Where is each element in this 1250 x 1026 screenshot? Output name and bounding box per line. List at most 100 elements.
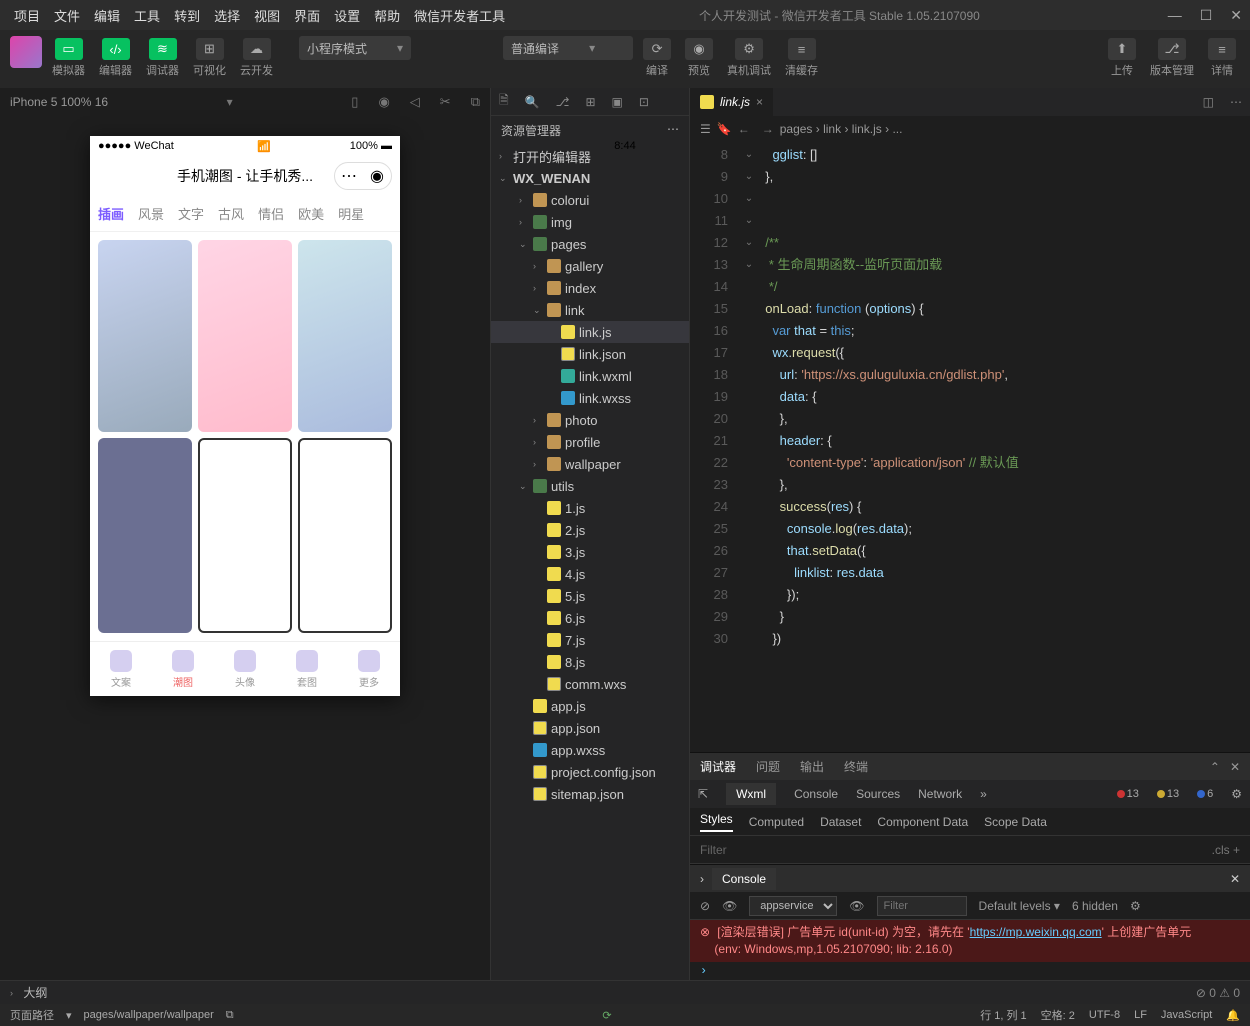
wallpaper-item[interactable]	[198, 438, 292, 634]
category-tab[interactable]: 文字	[178, 204, 204, 223]
tree-node[interactable]: app.wxss	[491, 739, 689, 761]
tabbar-item[interactable]: 潮图	[172, 650, 194, 689]
cursor-pos[interactable]: 行 1, 列 1	[980, 1007, 1026, 1023]
console-tab[interactable]: Console	[712, 868, 776, 890]
tree-node[interactable]: sitemap.json	[491, 783, 689, 805]
lang-label[interactable]: JavaScript	[1161, 1009, 1212, 1021]
close-tab-icon[interactable]: ×	[756, 95, 763, 109]
inspect-icon[interactable]: ⇱	[698, 787, 708, 801]
tree-node[interactable]: link.js	[491, 321, 689, 343]
style-tab[interactable]: Component Data	[877, 815, 968, 829]
clear-button[interactable]: ≡清缓存	[781, 36, 822, 80]
maximize-icon[interactable]: ☐	[1200, 7, 1213, 24]
back-icon[interactable]: ←	[738, 122, 750, 136]
tree-section[interactable]: ›打开的编辑器	[491, 145, 689, 167]
fwd-icon[interactable]: →	[762, 122, 774, 136]
chevron-up-icon[interactable]: ⌃	[1210, 760, 1220, 774]
grid-icon[interactable]: ⊞	[585, 95, 595, 109]
tree-node[interactable]: 7.js	[491, 629, 689, 651]
cls-toggle[interactable]: .cls	[1212, 843, 1230, 857]
debugger-button[interactable]: ≋调试器	[142, 36, 183, 80]
menu-item[interactable]: 选择	[208, 2, 246, 29]
tree-node[interactable]: 4.js	[491, 563, 689, 585]
tabbar-item[interactable]: 套图	[296, 650, 318, 689]
ext-icon[interactable]: ⊡	[639, 95, 649, 109]
avatar[interactable]	[10, 36, 42, 68]
tree-node[interactable]: 1.js	[491, 497, 689, 519]
outline-bar[interactable]: › 大纲⊘ 0 ⚠ 0	[0, 980, 1250, 1004]
close-icon[interactable]: ✕	[1230, 7, 1242, 24]
tabbar-item[interactable]: 文案	[110, 650, 132, 689]
device-label[interactable]: iPhone 5 100% 16	[10, 95, 108, 109]
tree-node[interactable]: link.wxml	[491, 365, 689, 387]
tree-node[interactable]: ⌄pages	[491, 233, 689, 255]
remote-button[interactable]: ⚙真机调试	[723, 36, 775, 80]
devtool-tab[interactable]: Console	[794, 787, 838, 801]
more-icon[interactable]: ⋯	[667, 122, 679, 139]
style-tab[interactable]: Styles	[700, 812, 733, 832]
debug-tab[interactable]: 终端	[844, 758, 868, 775]
menu-item[interactable]: 项目	[8, 2, 46, 29]
device-icon[interactable]: ▯	[351, 94, 358, 110]
tree-node[interactable]: ⌄link	[491, 299, 689, 321]
bookmark-icon[interactable]: 🔖	[717, 122, 732, 136]
target-icon[interactable]: ◉	[363, 163, 391, 189]
menu-item[interactable]: 文件	[48, 2, 86, 29]
cut-icon[interactable]: ✂	[440, 94, 451, 110]
console-prompt[interactable]: ›	[690, 962, 1250, 980]
close-icon[interactable]: ✕	[1230, 872, 1240, 886]
filter-input[interactable]: Filter	[700, 843, 727, 857]
debug-tab[interactable]: 输出	[800, 758, 824, 775]
visual-button[interactable]: ⊞可视化	[189, 36, 230, 80]
tree-node[interactable]: ›colorui	[491, 189, 689, 211]
tree-node[interactable]: link.wxss	[491, 387, 689, 409]
menu-item[interactable]: 视图	[248, 2, 286, 29]
error-link[interactable]: https://mp.weixin.qq.com	[970, 925, 1102, 939]
compile-button[interactable]: ⟳编译	[639, 36, 675, 80]
tabbar-item[interactable]: 更多	[358, 650, 380, 689]
devtool-tab[interactable]: Sources	[856, 787, 900, 801]
gear-icon[interactable]: ⚙	[1231, 787, 1242, 801]
record-icon[interactable]: ◉	[378, 94, 389, 110]
search-icon[interactable]: 🔍	[525, 95, 540, 109]
indent-label[interactable]: 空格: 2	[1041, 1007, 1075, 1023]
wallpaper-item[interactable]	[98, 438, 192, 634]
minimize-icon[interactable]: —	[1168, 7, 1182, 24]
tree-node[interactable]: 5.js	[491, 585, 689, 607]
tree-node[interactable]: comm.wxs	[491, 673, 689, 695]
tree-node[interactable]: ›gallery	[491, 255, 689, 277]
menu-item[interactable]: 转到	[168, 2, 206, 29]
devtool-tab[interactable]: Network	[918, 787, 962, 801]
gear-icon[interactable]: ⚙	[1130, 899, 1141, 913]
add-icon[interactable]: +	[1233, 843, 1240, 857]
tree-node[interactable]: 2.js	[491, 519, 689, 541]
style-tab[interactable]: Computed	[749, 815, 804, 829]
style-tab[interactable]: Dataset	[820, 815, 861, 829]
menu-item[interactable]: 设置	[328, 2, 366, 29]
compile-dropdown[interactable]: 普通编译	[503, 36, 633, 60]
menu-item[interactable]: 工具	[128, 2, 166, 29]
close-icon[interactable]: ✕	[1230, 760, 1240, 774]
cloud-button[interactable]: ☁云开发	[236, 36, 277, 80]
tree-node[interactable]: ›wallpaper	[491, 453, 689, 475]
version-button[interactable]: ⎇版本管理	[1146, 36, 1198, 80]
tree-node[interactable]: 6.js	[491, 607, 689, 629]
tree-root[interactable]: ⌄WX_WENAN	[491, 167, 689, 189]
mute-icon[interactable]: ◁	[410, 94, 420, 110]
wallpaper-item[interactable]	[98, 240, 192, 432]
tree-node[interactable]: ›photo	[491, 409, 689, 431]
more-icon[interactable]: ⋯	[1222, 95, 1250, 109]
encoding-label[interactable]: UTF-8	[1089, 1009, 1120, 1021]
eye-icon[interactable]: 👁	[849, 899, 864, 913]
sync-icon[interactable]: ⟳	[602, 1009, 611, 1022]
wallpaper-item[interactable]	[298, 240, 392, 432]
page-path[interactable]: pages/wallpaper/wallpaper	[84, 1009, 214, 1021]
wallpaper-item[interactable]	[198, 240, 292, 432]
copy-icon[interactable]: ⧉	[226, 1009, 234, 1022]
files-icon[interactable]: 🗎	[499, 91, 509, 112]
category-tab[interactable]: 明星	[338, 204, 364, 223]
context-select[interactable]: appservice	[749, 896, 837, 916]
eol-label[interactable]: LF	[1134, 1009, 1147, 1021]
tree-node[interactable]: project.config.json	[491, 761, 689, 783]
tree-node[interactable]: ›index	[491, 277, 689, 299]
